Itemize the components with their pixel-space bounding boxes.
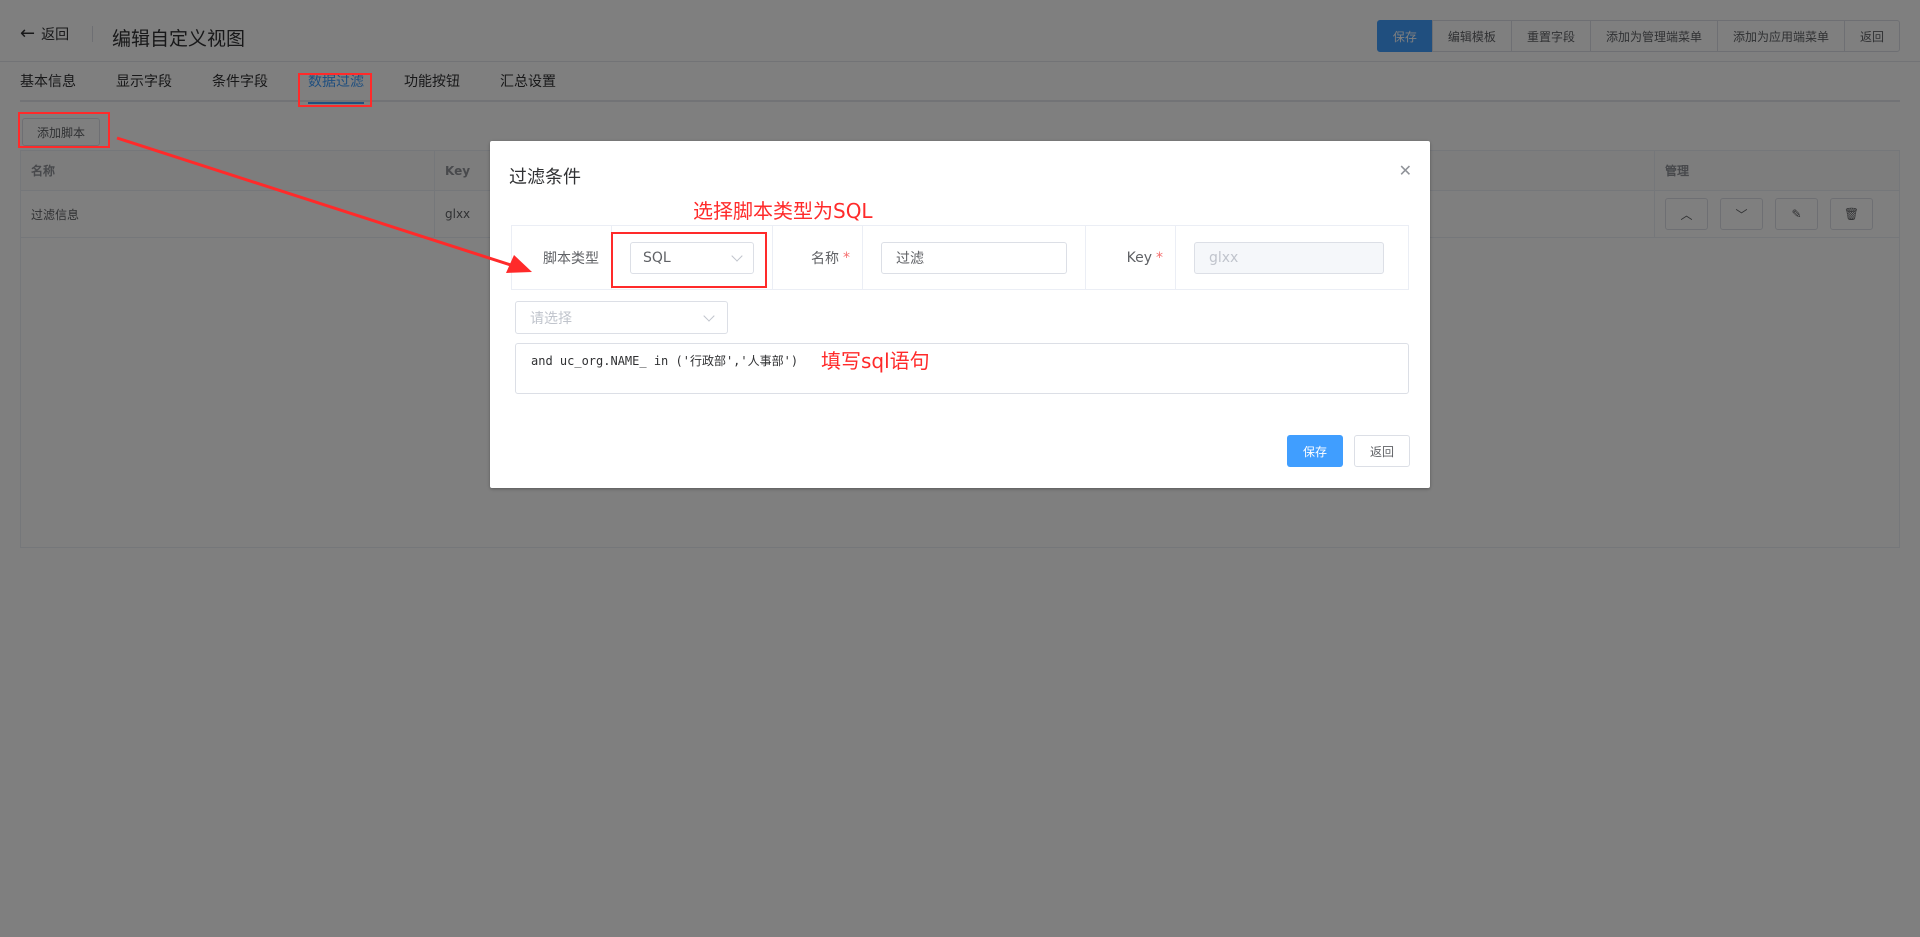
key-input: glxx [1194, 241, 1384, 274]
filter-condition-dialog: 过滤条件 ✕ 脚本类型 SQL 名称* 过滤 Key* glxx 请选择 保存 … [490, 141, 1430, 488]
name-label: 名称 [811, 250, 839, 267]
script-type-value: SQL [643, 249, 671, 266]
dialog-title: 过滤条件 [509, 167, 581, 188]
key-field: glxx [1176, 226, 1408, 289]
key-label-cell: Key * [1086, 226, 1176, 289]
chevron-down-icon [731, 249, 743, 262]
name-label-cell: 名称 * [773, 226, 863, 289]
name-field: 过滤 [863, 226, 1086, 289]
dialog-back-button[interactable]: 返回 [1354, 435, 1410, 467]
script-type-select[interactable]: SQL [630, 241, 754, 274]
required-mark: * [843, 249, 850, 266]
annotation-select-sql: 选择脚本类型为SQL [693, 199, 873, 223]
key-label: Key [1126, 249, 1152, 266]
sub-select[interactable]: 请选择 [515, 301, 728, 334]
name-input[interactable]: 过滤 [881, 241, 1067, 274]
script-type-label: 脚本类型 [512, 226, 612, 289]
dialog-form-row: 脚本类型 SQL 名称 * 过滤 Key * glxx [511, 225, 1409, 290]
dialog-save-button[interactable]: 保存 [1287, 435, 1343, 467]
sub-select-placeholder: 请选择 [530, 310, 572, 327]
script-type-field: SQL [612, 226, 773, 289]
sql-textarea[interactable] [515, 343, 1409, 394]
annotation-fill-sql: 填写sql语句 [821, 349, 930, 373]
close-icon[interactable]: ✕ [1399, 161, 1412, 180]
required-mark: * [1156, 249, 1163, 266]
chevron-down-icon [703, 309, 715, 322]
